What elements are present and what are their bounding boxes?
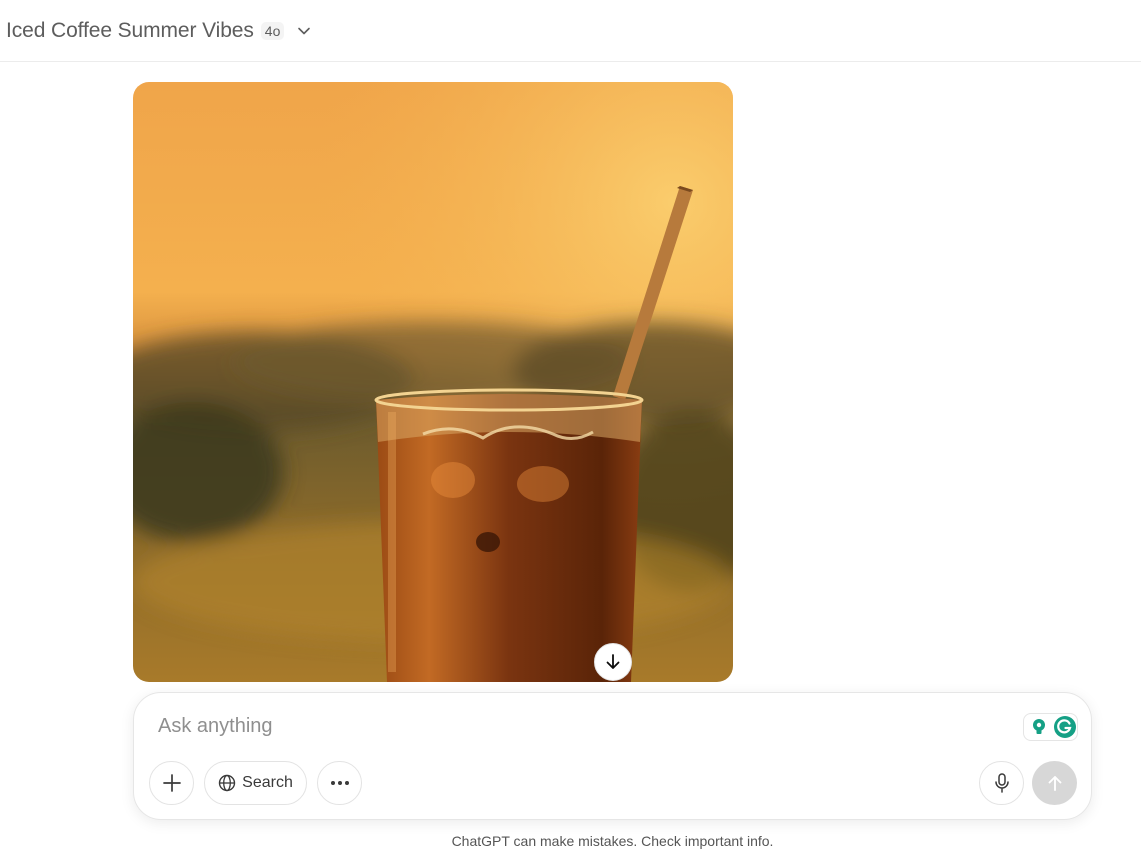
more-icon: [330, 781, 349, 785]
chat-title[interactable]: Iced Coffee Summer Vibes: [6, 19, 254, 43]
chevron-down-icon[interactable]: [296, 23, 312, 39]
prompt-input[interactable]: [158, 715, 998, 738]
search-label: Search: [242, 774, 293, 791]
globe-icon: [218, 774, 236, 792]
plus-icon: [162, 774, 181, 792]
mic-icon: [994, 773, 1009, 793]
generated-image[interactable]: [133, 82, 733, 682]
disclaimer-text: ChatGPT can make mistakes. Check importa…: [451, 833, 774, 849]
top-bar: Iced Coffee Summer Vibes 4o: [0, 0, 1141, 62]
voice-input-button[interactable]: [979, 761, 1024, 805]
send-arrow-icon: [1048, 776, 1061, 791]
send-button[interactable]: [1032, 761, 1077, 805]
search-button[interactable]: Search: [204, 761, 307, 805]
lightbulb-extension-icon[interactable]: [1027, 715, 1050, 739]
iced-coffee-photo: [133, 82, 733, 682]
more-options-button[interactable]: [317, 761, 362, 805]
scroll-down-button[interactable]: [594, 643, 632, 681]
grammarly-icon[interactable]: [1053, 715, 1077, 739]
model-badge[interactable]: 4o: [260, 21, 285, 40]
attach-button[interactable]: [149, 761, 194, 805]
arrow-down-icon: [606, 654, 620, 669]
composer: Search: [133, 692, 1092, 820]
extension-icons: [1023, 713, 1078, 741]
